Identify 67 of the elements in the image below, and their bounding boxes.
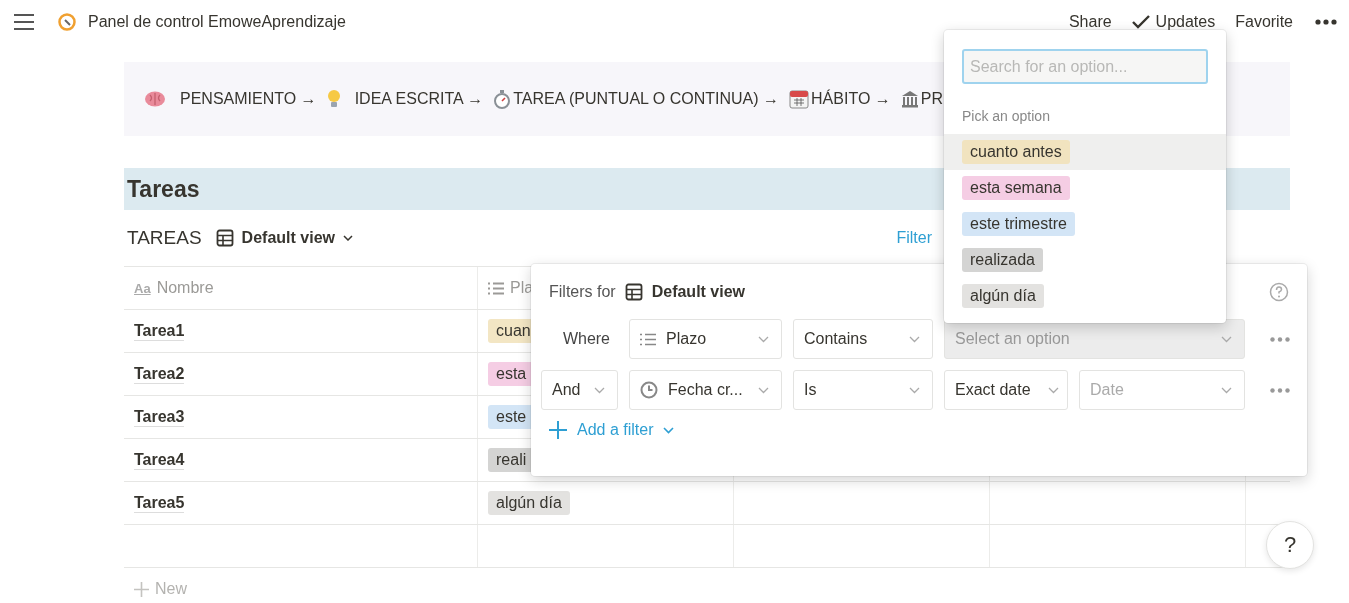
lightbulb-icon <box>326 89 341 109</box>
tag: realizada <box>962 248 1043 272</box>
conjunction-select[interactable]: And <box>541 370 618 410</box>
list-icon <box>640 332 656 346</box>
value-select[interactable]: Exact date <box>944 370 1068 410</box>
callout-text: PENSAMIENTO → <box>180 90 317 108</box>
chevron-icon <box>758 335 769 343</box>
calendar-icon <box>789 89 810 109</box>
callout-text: IDEA ESCRITA → <box>354 90 484 108</box>
operator-select[interactable]: Is <box>793 370 933 410</box>
topbar-button[interactable]: Share <box>1068 11 1112 33</box>
menu-icon[interactable] <box>14 14 34 30</box>
chevron-icon <box>663 426 675 434</box>
clock-icon <box>640 381 658 399</box>
option-item[interactable]: esta semana <box>944 170 1226 206</box>
help-button[interactable]: ? <box>1266 521 1314 569</box>
tag: esta semana <box>962 176 1070 200</box>
view-name: Default view <box>651 283 746 301</box>
callout-text: TAREA (PUNTUAL O CONTINUA) → <box>513 90 780 108</box>
row-title[interactable]: Tarea2 <box>134 364 185 384</box>
chevron-icon <box>758 386 769 394</box>
menu-heading: Pick an option <box>961 107 1051 126</box>
view-selector[interactable]: Default view <box>215 229 353 247</box>
operator-select[interactable]: Contains <box>793 319 933 359</box>
callout-text: HÁBITO → <box>811 90 891 108</box>
chevron-icon <box>1221 335 1232 343</box>
updates-button[interactable]: Updates <box>1131 11 1216 33</box>
section-title: Tareas <box>127 175 200 203</box>
search-field[interactable]: Search for an option... <box>962 49 1208 84</box>
list-icon <box>488 281 504 295</box>
row-title[interactable]: Tarea4 <box>134 450 185 470</box>
property-select[interactable]: Fecha cr... <box>629 370 782 410</box>
chevron-icon <box>1048 386 1059 394</box>
help-icon[interactable] <box>1269 282 1289 302</box>
chevron-icon <box>909 386 920 394</box>
row-title[interactable]: Tarea5 <box>134 493 185 513</box>
row-title[interactable]: Tarea3 <box>134 407 185 427</box>
callout-text: PR <box>920 90 943 108</box>
chevron-icon <box>909 335 920 343</box>
chevron-icon <box>1221 386 1232 394</box>
chevron-icon <box>594 386 605 394</box>
stopwatch-icon <box>493 89 512 109</box>
check-icon <box>1131 15 1150 29</box>
chevron-icon <box>342 235 353 241</box>
compass-icon <box>58 13 76 31</box>
page-title: Panel de control EmoweAprendizaje <box>88 13 346 31</box>
option-item[interactable]: cuanto antes <box>944 134 1226 170</box>
option-item[interactable]: realizada <box>944 242 1226 278</box>
property-select[interactable]: Plazo <box>629 319 782 359</box>
more-icon[interactable] <box>1315 19 1337 25</box>
tag: algún día <box>962 284 1044 308</box>
table-icon <box>624 283 643 301</box>
building-icon <box>900 90 919 108</box>
tag: algún día <box>488 491 570 515</box>
brain-icon <box>144 90 166 108</box>
tag: este trimestre <box>962 212 1075 236</box>
option-item[interactable]: este trimestre <box>944 206 1226 242</box>
plus-icon <box>134 581 149 597</box>
table-icon <box>215 229 234 247</box>
database-title: TAREAS <box>127 227 202 249</box>
row-title[interactable]: Tarea1 <box>134 321 185 341</box>
plus-icon <box>549 421 567 439</box>
topbar-button[interactable]: Favorite <box>1235 11 1293 33</box>
option-item[interactable]: algún día <box>944 278 1226 314</box>
where-label: Where <box>562 330 610 348</box>
tag: cuanto antes <box>962 140 1070 164</box>
filter-panel-label: Filters for <box>549 283 616 301</box>
